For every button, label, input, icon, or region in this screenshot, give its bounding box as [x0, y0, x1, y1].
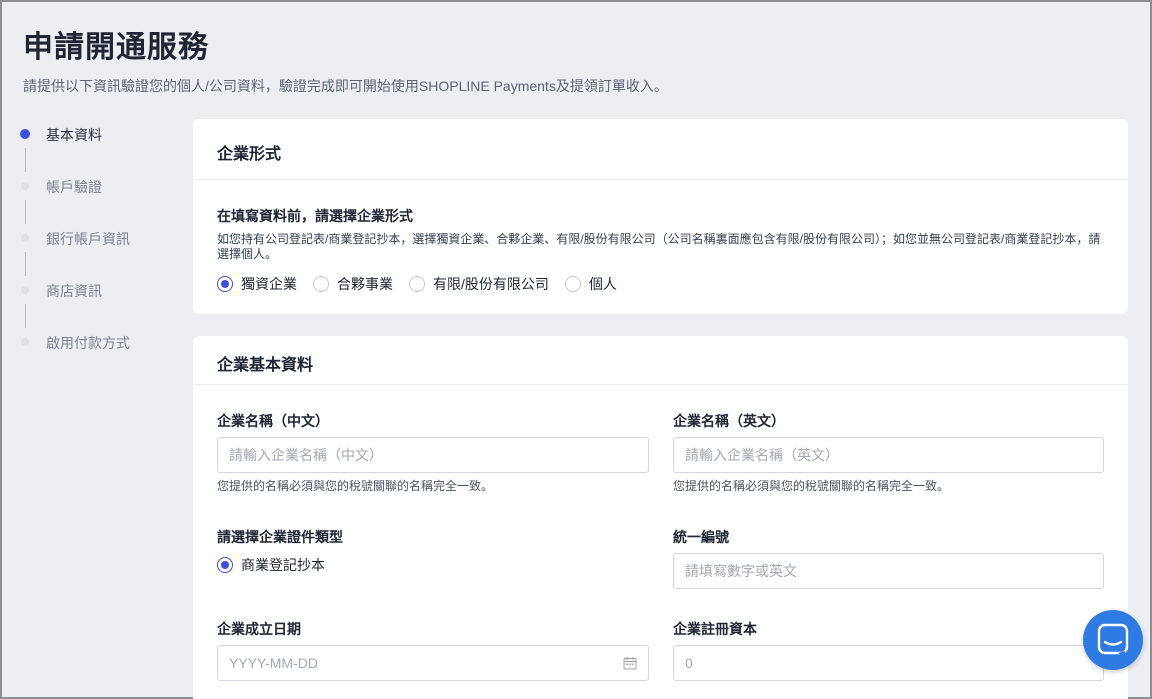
entity-type-description: 如您持有公司登記表/商業登記抄本，選擇獨資企業、合夥企業、有限/股份有限公司（公… — [217, 232, 1101, 261]
step-account-verification[interactable]: 帳戶驗證 — [20, 174, 180, 226]
entity-type-header: 企業形式 — [193, 119, 1128, 180]
step-dot — [21, 286, 29, 294]
founded-date-label: 企業成立日期 — [217, 621, 301, 637]
radio-sole-proprietorship[interactable]: 獨資企業 — [217, 274, 297, 294]
radio-empty-icon — [313, 276, 329, 292]
step-connector — [25, 304, 26, 328]
entity-type-question: 在填寫資料前，請選擇企業形式 — [217, 208, 413, 224]
step-connector — [25, 148, 26, 172]
radio-empty-icon — [409, 276, 425, 292]
radio-label: 獨資企業 — [241, 276, 297, 292]
radio-selected-icon — [217, 276, 233, 292]
step-label: 基本資料 — [46, 127, 102, 143]
step-dot — [21, 182, 29, 190]
company-name-zh-hint: 您提供的名稱必須與您的稅號關聯的名稱完全一致。 — [217, 479, 494, 493]
step-dot — [21, 234, 29, 242]
company-name-zh-input[interactable] — [217, 437, 649, 473]
step-label: 啟用付款方式 — [46, 335, 130, 351]
calendar-icon[interactable] — [623, 656, 637, 670]
step-dot — [21, 338, 29, 346]
tax-id-label: 統一編號 — [673, 529, 729, 545]
registered-capital-label: 企業註冊資本 — [673, 621, 757, 637]
company-name-zh-label: 企業名稱（中文） — [217, 413, 329, 429]
step-bank-account[interactable]: 銀行帳戶資訊 — [20, 226, 180, 278]
step-connector — [25, 200, 26, 224]
radio-individual[interactable]: 個人 — [564, 274, 617, 294]
step-payment-methods[interactable]: 啟用付款方式 — [20, 330, 180, 382]
step-connector — [25, 252, 26, 276]
radio-label: 有限/股份有限公司 — [433, 276, 549, 292]
basic-info-card: 企業基本資料 企業名稱（中文） 您提供的名稱必須與您的稅號關聯的名稱完全一致。 … — [193, 336, 1128, 699]
entity-type-radio-group: 獨資企業 合夥事業 有限/股份有限公司 個人 — [217, 274, 633, 294]
basic-info-header: 企業基本資料 — [193, 336, 1128, 385]
company-name-en-hint: 您提供的名稱必須與您的稅號關聯的名稱完全一致。 — [673, 479, 950, 493]
step-label: 商店資訊 — [46, 283, 102, 299]
step-label: 銀行帳戶資訊 — [46, 231, 130, 247]
registered-capital-input[interactable] — [673, 645, 1104, 681]
radio-partnership[interactable]: 合夥事業 — [313, 274, 393, 294]
radio-limited-company[interactable]: 有限/股份有限公司 — [409, 274, 549, 294]
entity-type-card: 企業形式 在填寫資料前，請選擇企業形式 如您持有公司登記表/商業登記抄本，選擇獨… — [193, 119, 1128, 314]
step-label: 帳戶驗證 — [46, 179, 102, 195]
page-subtitle: 請提供以下資訊驗證您的個人/公司資料，驗證完成即可開始使用SHOPLINE Pa… — [23, 78, 668, 94]
step-dot-active — [20, 129, 30, 139]
page-title: 申請開通服務 — [23, 31, 209, 64]
radio-label: 商業登記抄本 — [241, 557, 325, 573]
step-store-info[interactable]: 商店資訊 — [20, 278, 180, 330]
company-name-en-label: 企業名稱（英文） — [673, 413, 785, 429]
chat-launcher-button[interactable] — [1083, 610, 1143, 670]
tax-id-input[interactable] — [673, 553, 1104, 589]
company-name-en-input[interactable] — [673, 437, 1104, 473]
founded-date-input[interactable] — [217, 645, 649, 681]
step-basic-info[interactable]: 基本資料 — [20, 122, 180, 174]
radio-empty-icon — [564, 276, 581, 292]
radio-selected-icon — [217, 557, 233, 573]
chat-icon — [1097, 623, 1129, 657]
stepper: 基本資料 帳戶驗證 銀行帳戶資訊 商店資訊 啟用付款方式 — [20, 122, 180, 382]
radio-label: 合夥事業 — [337, 276, 393, 292]
radio-business-registration[interactable]: 商業登記抄本 — [217, 555, 325, 575]
radio-label: 個人 — [588, 276, 617, 292]
doc-type-label: 請選擇企業證件類型 — [217, 529, 343, 545]
